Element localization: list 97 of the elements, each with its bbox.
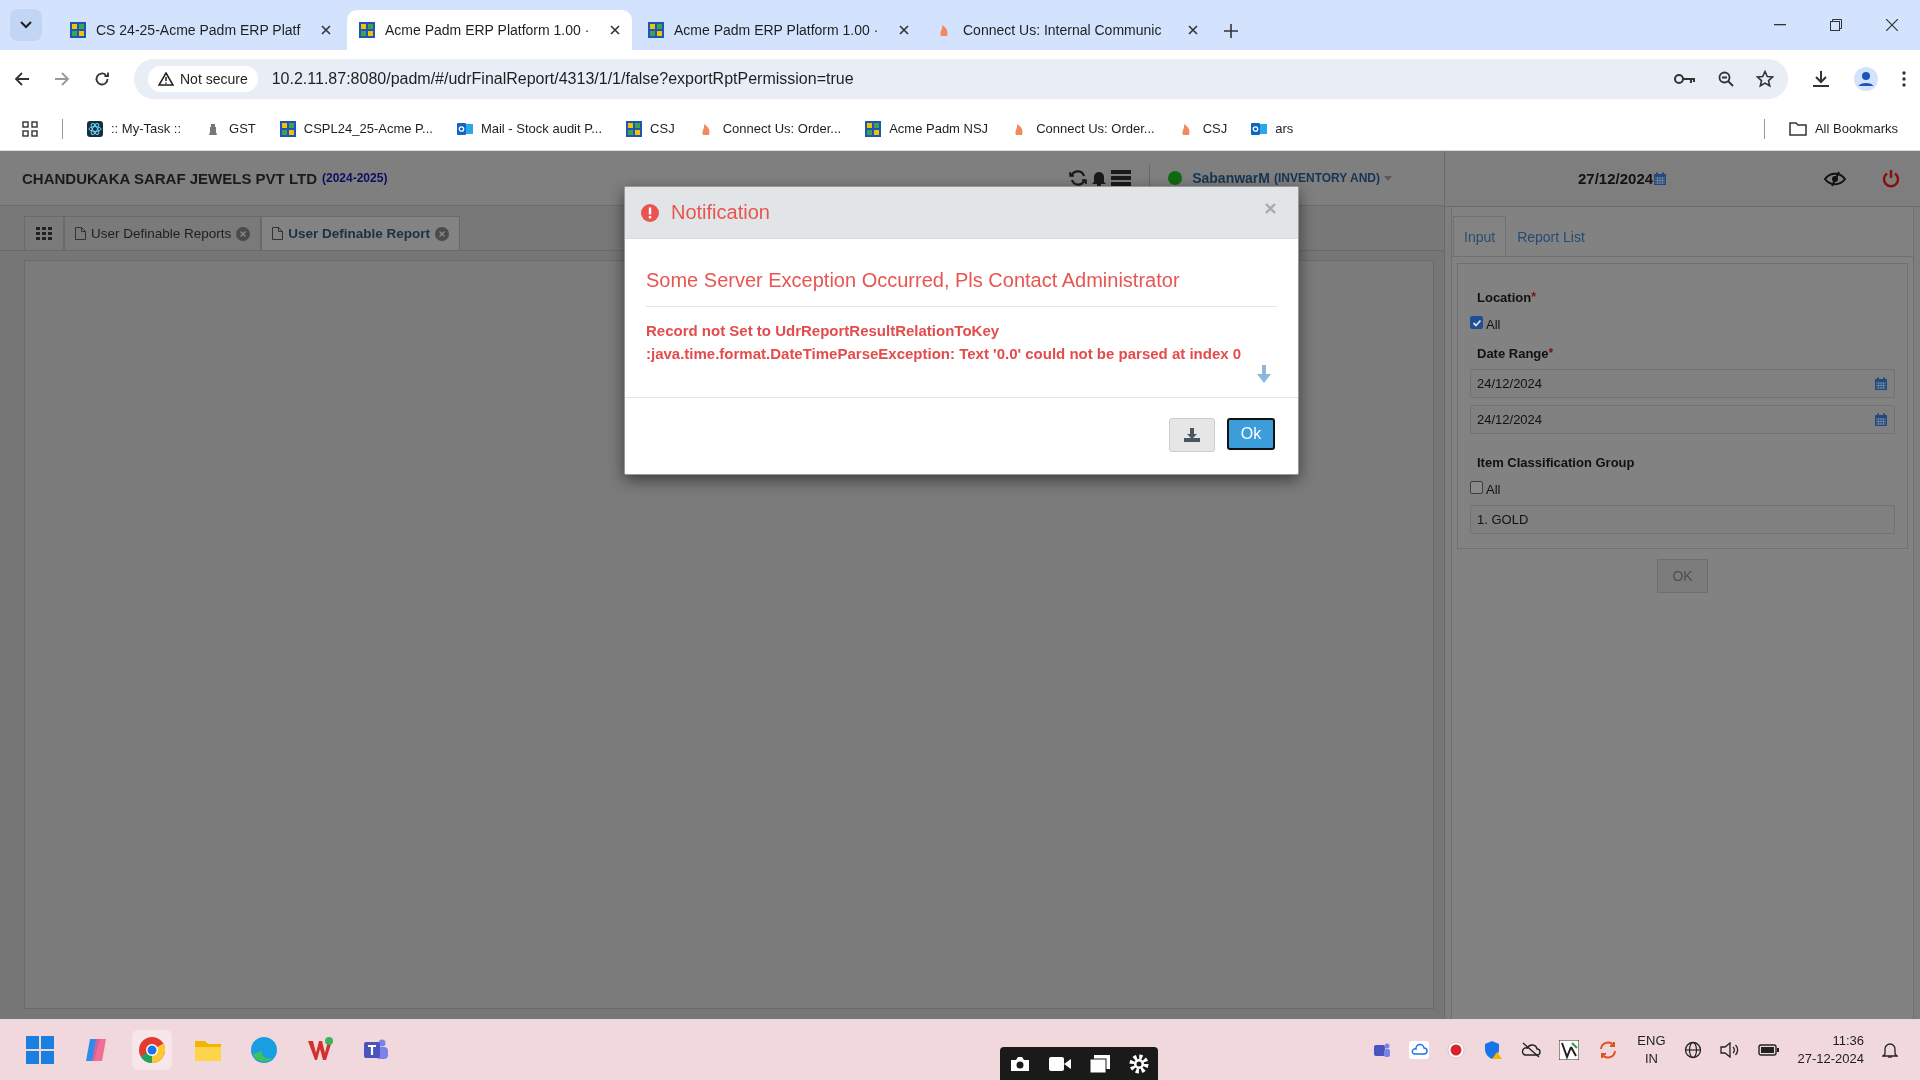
restore-icon[interactable] (1830, 19, 1842, 31)
grid-logo-icon (70, 22, 86, 38)
item-group-label: Item Classification Group (1477, 455, 1635, 470)
security-chip[interactable]: Not secure (148, 65, 258, 92)
checkbox-label: All (1486, 482, 1501, 497)
all-bookmarks-button[interactable]: All Bookmarks (1788, 121, 1898, 136)
chevron-down-icon[interactable] (20, 21, 32, 29)
apps-grid-icon[interactable] (22, 120, 38, 137)
close-icon[interactable] (321, 25, 331, 35)
location-label: Location (1477, 290, 1532, 305)
item-group-field[interactable]: 1. GOLD (1470, 505, 1895, 534)
cloud-off-icon[interactable] (1521, 1042, 1542, 1058)
url-text[interactable]: 10.2.11.87:8080/padm/#/udrFinalReport/4313/1/1/false?exportRptPermission=true (271, 69, 1660, 88)
current-date[interactable]: 27/12/2024 (1578, 170, 1654, 187)
company-name: CHANDUKAKA SARAF JEWELS PVT LTD (22, 169, 317, 187)
close-icon[interactable] (1886, 19, 1898, 31)
date-field[interactable]: 24/12/2024 (1470, 369, 1895, 398)
bookmark-item[interactable]: Connect Us: Order... (698, 120, 842, 137)
tab-search-button[interactable] (10, 9, 42, 41)
chrome-icon[interactable] (132, 1030, 172, 1070)
checkbox[interactable] (1470, 481, 1483, 494)
module-grid-button[interactable] (24, 216, 64, 250)
record-icon[interactable] (1447, 1041, 1466, 1059)
eye-slash-icon[interactable] (1824, 170, 1846, 187)
system-clock[interactable]: 11:36 27-12-2024 (1797, 1032, 1864, 1068)
close-icon[interactable] (1188, 25, 1198, 35)
grid-logo-icon (279, 120, 296, 137)
refresh-icon[interactable] (1069, 169, 1088, 187)
new-tab-icon[interactable] (1224, 24, 1238, 38)
document-icon (272, 227, 284, 240)
error-icon (641, 203, 659, 222)
checkbox[interactable] (1470, 316, 1483, 329)
zoom-icon[interactable] (1718, 70, 1734, 87)
teams-icon[interactable] (1373, 1041, 1392, 1059)
bookmark-item[interactable]: ars (1251, 120, 1294, 137)
shield-warning-icon[interactable] (1483, 1040, 1504, 1060)
required-asterisk: * (1548, 346, 1554, 360)
bookmark-item[interactable]: Acme Padm NSJ (865, 120, 989, 137)
download-icon[interactable] (1812, 69, 1830, 88)
required-asterisk: * (1531, 290, 1536, 304)
speaker-icon[interactable] (1719, 1042, 1740, 1058)
checkbox-label: All (1486, 317, 1501, 332)
grid-logo-icon (648, 22, 664, 38)
mail-logo-icon (456, 120, 473, 137)
download-button[interactable] (1169, 418, 1215, 452)
profile-avatar-icon[interactable] (1854, 66, 1878, 91)
windows-icon[interactable] (1089, 1054, 1110, 1073)
page-tab[interactable]: User Definable Reports (64, 216, 262, 250)
download-icon[interactable] (1184, 428, 1200, 442)
fiscal-year: (2024-2025) (322, 171, 388, 185)
dialog-title: Notification (671, 201, 770, 224)
cloud-icon[interactable] (1409, 1041, 1430, 1059)
minimize-icon[interactable] (1774, 24, 1786, 26)
mail-logo-icon (1251, 120, 1268, 137)
reload-icon[interactable] (94, 70, 110, 87)
star-icon[interactable] (1756, 69, 1774, 88)
gear-icon[interactable] (1128, 1053, 1149, 1074)
bookmark-item[interactable]: GST (205, 120, 256, 137)
back-arrow-icon[interactable] (14, 70, 30, 87)
close-icon[interactable] (899, 25, 909, 35)
globe-icon[interactable] (1683, 1041, 1702, 1059)
browser-tab[interactable]: Acme Padm ERP Platform 1.00 · (636, 10, 921, 50)
bookmark-item[interactable]: CSJ (626, 120, 675, 137)
grid-icon[interactable] (36, 226, 52, 241)
bookmark-item[interactable]: CSJ (1178, 120, 1228, 137)
language-indicator[interactable]: ENG IN (1637, 1032, 1666, 1068)
video-camera-icon[interactable] (1048, 1056, 1071, 1071)
bookmark-item[interactable]: Mail - Stock audit P... (456, 120, 603, 137)
key-icon[interactable] (1674, 72, 1696, 85)
forward-arrow-icon[interactable] (54, 70, 70, 87)
error-detail: Record not Set to UdrReportResultRelationToKey :java.time.format.DateTimeParseException: Text '0.0' could not be parsed at index 0 (646, 321, 1243, 364)
grid-logo-icon (359, 22, 375, 38)
bell-icon[interactable] (1882, 1041, 1898, 1059)
menu-icon[interactable] (1902, 70, 1906, 87)
bell-icon[interactable] (1091, 169, 1108, 187)
bookmark-item[interactable]: CSPL24_25-Acme P... (279, 120, 433, 137)
date-field[interactable]: 24/12/2024 (1470, 405, 1895, 434)
server-icon[interactable] (1111, 169, 1132, 187)
error-message: Some Server Exception Occurred, Pls Contact Administrator (646, 269, 1277, 307)
app-logo-icon[interactable] (1559, 1040, 1580, 1060)
date-range-label: Date Range (1477, 346, 1549, 361)
bookmark-item[interactable]: Connect Us: Order... (1012, 120, 1155, 137)
browser-tab[interactable]: Acme Padm ERP Platform 1.00 · (347, 10, 632, 50)
folder-icon (1788, 121, 1807, 136)
warning-icon (158, 71, 174, 86)
online-status-dot (1168, 171, 1183, 185)
browser-tab[interactable]: Connect Us: Internal Communic (925, 10, 1210, 50)
battery-icon[interactable] (1757, 1043, 1780, 1057)
atom-icon (87, 120, 103, 137)
grid-logo-icon (626, 120, 643, 137)
page-tab[interactable]: User Definable Report (261, 216, 461, 250)
close-icon[interactable] (610, 25, 620, 35)
browser-tab[interactable]: CS 24-25-Acme Padm ERP Platf (58, 10, 343, 50)
camera-icon[interactable] (1009, 1055, 1030, 1072)
grid-logo-icon (865, 120, 882, 137)
bookmark-item[interactable]: :: My-Task :: (87, 120, 182, 137)
document-icon (75, 227, 86, 240)
